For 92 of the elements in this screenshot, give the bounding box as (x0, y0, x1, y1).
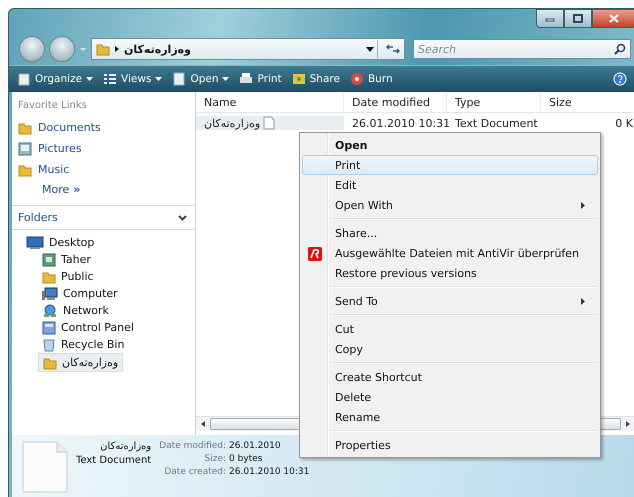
search-icon (614, 43, 626, 55)
folders-heading[interactable]: Folders (18, 211, 58, 224)
toolbar-button[interactable]: Burn (350, 72, 393, 86)
menu-item[interactable]: Edit (302, 175, 598, 195)
tree-item[interactable]: Control Panel (38, 319, 138, 336)
folder-icon (18, 120, 32, 134)
property-value: 26.01.2010 (229, 441, 282, 451)
close-button[interactable] (592, 9, 634, 28)
property-label: Date created: (163, 467, 226, 477)
menu-item[interactable]: Properties (302, 435, 598, 455)
column-header[interactable]: Name (196, 92, 344, 112)
tree-item[interactable]: Computer (38, 285, 122, 302)
property-label: Date modified: (159, 441, 226, 451)
help-icon (613, 72, 627, 86)
file-type: Text Document (76, 455, 152, 466)
file-name[interactable]: وەزارەتەکان (196, 116, 344, 130)
folder-icon (96, 42, 110, 56)
tree-item[interactable]: Desktop (22, 234, 98, 251)
toolbar-button[interactable]: Print (239, 72, 282, 86)
computer-icon (42, 286, 58, 300)
submenu-arrow-icon (581, 202, 585, 209)
printer-icon (239, 72, 254, 86)
disc-icon (350, 72, 364, 86)
property-value: 26.01.2010 10:31 (229, 467, 310, 477)
caret-icon (222, 77, 230, 81)
right-arrow-icon (626, 421, 630, 427)
menu-item[interactable]: Restore previous versions (302, 263, 598, 283)
toolbar-button[interactable]: Views (103, 72, 162, 86)
maximize-button[interactable] (564, 9, 592, 28)
document-icon (263, 116, 276, 130)
folder-icon (42, 270, 56, 284)
menu-item[interactable]: Print (302, 155, 598, 175)
network-icon (42, 304, 58, 318)
favorite-link[interactable]: Pictures (12, 138, 195, 159)
menu-item[interactable]: Send To (302, 291, 598, 311)
menu-item[interactable]: Rename (302, 407, 598, 427)
monitor-icon (26, 236, 44, 250)
favorite-link[interactable]: Documents (12, 117, 195, 138)
minimize-icon (545, 16, 555, 22)
maximize-icon (573, 14, 583, 23)
menu-item[interactable]: Cut (302, 319, 598, 339)
search-field[interactable]: Search (413, 39, 631, 59)
refresh-icon (386, 44, 400, 54)
folder-icon (43, 356, 57, 370)
document-icon (172, 72, 186, 86)
pictures-icon (18, 142, 32, 156)
menu-item[interactable]: Open With (302, 195, 598, 215)
menu-item[interactable]: Share... (302, 223, 598, 243)
tree-item[interactable]: وەزارەتەکان (38, 353, 124, 372)
menu-item[interactable]: Create Shortcut (302, 367, 598, 387)
menu-item[interactable]: Open (302, 135, 598, 155)
breadcrumb-item[interactable]: وەزارەتەکان (124, 42, 191, 56)
toolbar-button[interactable]: Organize (17, 72, 94, 86)
table-cell-text: 26.01.2010 10:31 (351, 116, 447, 130)
caret-icon (155, 77, 162, 81)
file-name: وەزارەتەکان (100, 441, 152, 452)
column-header[interactable]: Type (447, 92, 541, 112)
column-header[interactable]: Size (541, 92, 634, 112)
submenu-arrow-icon (581, 298, 585, 305)
organize-icon (17, 72, 31, 86)
section-heading: Favorite Links (17, 99, 88, 113)
favorite-link[interactable]: Music (12, 159, 195, 180)
property-value: 0 bytes (229, 454, 264, 464)
address-bar[interactable]: وەزارەتەکان (91, 38, 405, 60)
back-button[interactable] (19, 36, 45, 62)
table-cell-text: 0 K (614, 116, 634, 130)
views-icon (103, 72, 118, 86)
column-header[interactable]: Date modified (344, 92, 447, 112)
left-arrow-icon (201, 421, 205, 427)
close-icon (609, 14, 619, 23)
user-folder-icon (42, 252, 56, 266)
toolbar-button[interactable]: Open (172, 72, 230, 86)
tree-item[interactable]: Network (38, 302, 113, 319)
dropdown-icon (366, 46, 374, 52)
tree-item[interactable]: Taher (38, 251, 95, 268)
property-label: Size: (204, 454, 226, 464)
arrow-icon (114, 45, 120, 53)
tree-item[interactable]: Public (38, 268, 98, 285)
menu-item[interactable]: Delete (302, 387, 598, 407)
minimize-button[interactable] (536, 9, 564, 28)
menu-item[interactable]: Copy (302, 339, 598, 359)
share-icon (292, 72, 306, 86)
document-icon (22, 441, 68, 493)
tree-item[interactable]: Recycle Bin (38, 336, 128, 353)
control-panel-icon (42, 320, 56, 334)
forward-button[interactable] (49, 36, 75, 62)
more-link[interactable]: More » (12, 180, 195, 199)
caret-icon (86, 77, 94, 81)
folder-icon (18, 162, 32, 176)
toolbar-button[interactable]: Share (292, 72, 340, 86)
menu-item[interactable]: Ausgewählte Dateien mit AntiVir überprüfen (302, 243, 598, 263)
table-cell-text: Text Document (454, 116, 539, 130)
